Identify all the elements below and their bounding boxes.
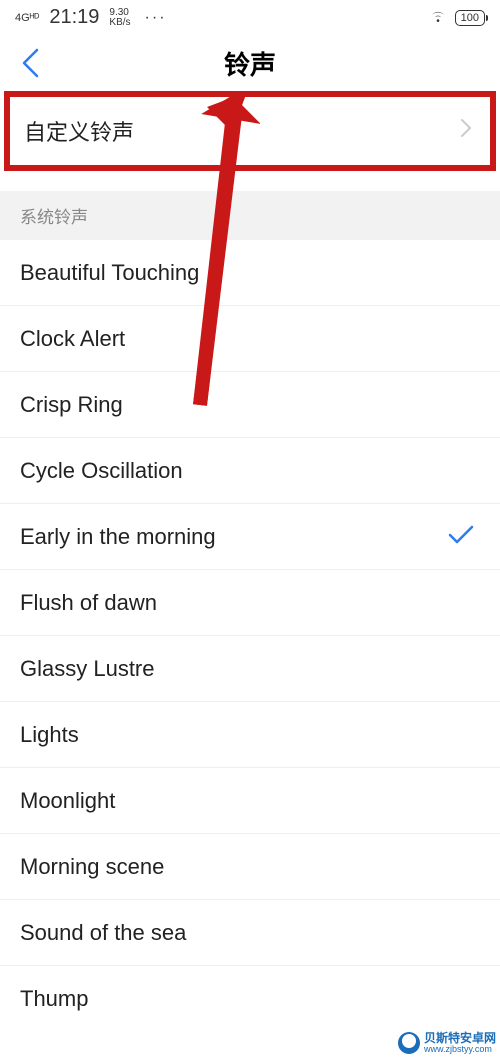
ringtone-item[interactable]: Glassy Lustre — [0, 636, 500, 702]
ringtone-label: Flush of dawn — [20, 590, 157, 616]
ringtone-list: Beautiful Touching Clock Alert Crisp Ring C… — [0, 240, 500, 1032]
ringtone-item[interactable]: Crisp Ring — [0, 372, 500, 438]
ringtone-label: Cycle Oscillation — [20, 458, 183, 484]
ringtone-label: Lights — [20, 722, 79, 748]
custom-ringtone-row[interactable]: 自定义铃声 — [4, 91, 496, 171]
ringtone-label: Thump — [20, 986, 88, 1012]
section-header: 系统铃声 — [0, 191, 500, 240]
nav-bar: 铃声 — [0, 35, 500, 91]
ringtone-item[interactable]: Sound of the sea — [0, 900, 500, 966]
battery-value: 100 — [461, 12, 479, 24]
status-left: 4Gᴴᴰ 21:19 9.30 KB/s ··· — [15, 6, 167, 29]
page-title: 铃声 — [224, 45, 276, 82]
status-right: 100 — [429, 7, 485, 28]
ringtone-label: Morning scene — [20, 854, 164, 880]
ringtone-item[interactable]: Lights — [0, 702, 500, 768]
watermark-text: 贝斯特安卓网 www.zjbstyy.com — [424, 1032, 496, 1055]
watermark-line2: www.zjbstyy.com — [424, 1045, 496, 1055]
chevron-right-icon — [460, 117, 472, 145]
ringtone-item[interactable]: Moonlight — [0, 768, 500, 834]
check-icon — [447, 521, 475, 553]
wifi-icon — [429, 7, 447, 28]
status-time: 21:19 — [49, 6, 99, 29]
more-icon: ··· — [145, 9, 167, 27]
network-signal-icon: 4Gᴴᴰ — [15, 12, 39, 24]
back-button[interactable] — [10, 48, 50, 78]
ringtone-label: Glassy Lustre — [20, 656, 155, 682]
ringtone-label: Early in the morning — [20, 524, 216, 550]
ringtone-item[interactable]: Flush of dawn — [0, 570, 500, 636]
battery-icon: 100 — [455, 10, 485, 26]
ringtone-item[interactable]: Clock Alert — [0, 306, 500, 372]
status-speed: 9.30 KB/s — [109, 8, 130, 28]
ringtone-item[interactable]: Early in the morning — [0, 504, 500, 570]
ringtone-item[interactable]: Morning scene — [0, 834, 500, 900]
custom-ringtone-label: 自定义铃声 — [10, 115, 134, 147]
watermark-logo-icon — [398, 1032, 420, 1054]
ringtone-item[interactable]: Cycle Oscillation — [0, 438, 500, 504]
ringtone-label: Crisp Ring — [20, 392, 123, 418]
ringtone-label: Beautiful Touching — [20, 260, 199, 286]
ringtone-label: Moonlight — [20, 788, 115, 814]
speed-unit: KB/s — [109, 17, 130, 28]
ringtone-label: Sound of the sea — [20, 920, 186, 946]
ringtone-item[interactable]: Thump — [0, 966, 500, 1032]
status-bar: 4Gᴴᴰ 21:19 9.30 KB/s ··· 100 — [0, 0, 500, 35]
ringtone-item[interactable]: Beautiful Touching — [0, 240, 500, 306]
watermark: 贝斯特安卓网 www.zjbstyy.com — [394, 1030, 500, 1057]
ringtone-label: Clock Alert — [20, 326, 125, 352]
